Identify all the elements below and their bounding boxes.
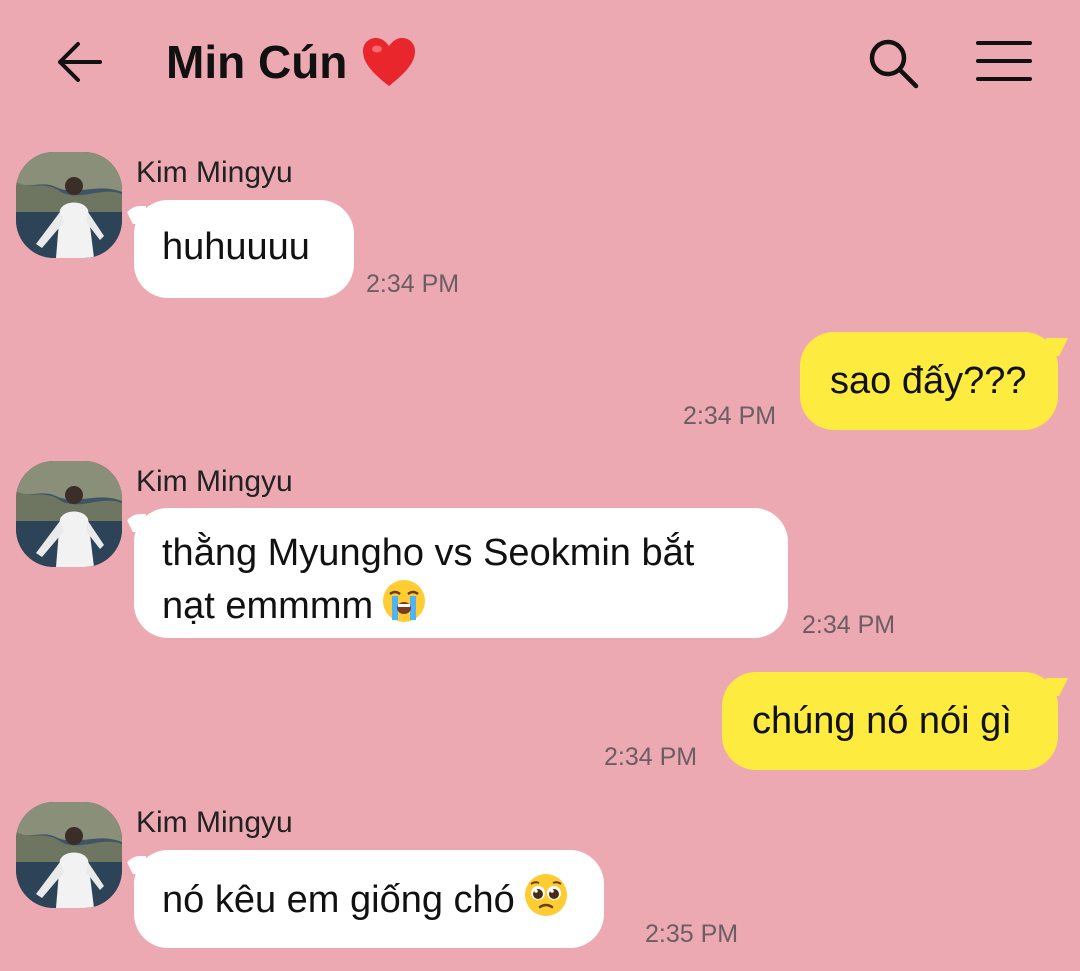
message-bubble-incoming[interactable]: huhuuuu [134, 200, 354, 298]
chat-header: Min Cún [0, 0, 1080, 125]
message-text: chúng nó nói gì [752, 700, 1012, 742]
message-text-line: thằng Myungho vs Seokmin bắt [162, 532, 695, 574]
sender-name: Kim Mingyu [136, 465, 293, 498]
message-text: nạt emmmm [162, 585, 374, 627]
sender-avatar[interactable] [16, 802, 122, 908]
pleading-face-icon [524, 874, 567, 916]
sender-name: Kim Mingyu [136, 806, 293, 839]
message-text: nó kêu em giống chó [162, 879, 515, 921]
back-button[interactable] [52, 35, 106, 89]
hamburger-menu-icon [976, 41, 1032, 81]
message-timestamp: 2:34 PM [366, 270, 460, 298]
message-timestamp: 2:34 PM [802, 611, 896, 639]
menu-button[interactable] [972, 36, 1036, 86]
sender-avatar[interactable] [16, 152, 122, 258]
chat-title-text: Min Cún [166, 36, 348, 88]
red-heart-icon [363, 38, 416, 86]
message-bubble-outgoing[interactable]: chúng nó nói gì [722, 672, 1058, 770]
avatar-photo [16, 802, 122, 908]
message-timestamp: 2:34 PM [683, 402, 777, 430]
chat-title: Min Cún [166, 32, 417, 92]
sender-name: Kim Mingyu [136, 156, 293, 189]
message-timestamp: 2:34 PM [604, 743, 698, 771]
message-text: huhuuuu [162, 226, 310, 268]
message-bubble-incoming[interactable]: nó kêu em giống chó [134, 850, 604, 948]
avatar-photo [16, 461, 122, 567]
message-text-line-2: nạt emmmm [162, 578, 760, 631]
search-icon [869, 39, 919, 89]
sender-avatar[interactable] [16, 461, 122, 567]
arrow-left-icon [58, 42, 102, 82]
loudly-crying-face-icon [383, 580, 426, 622]
message-timestamp: 2:35 PM [645, 920, 739, 948]
message-bubble-incoming[interactable]: thằng Myungho vs Seokmin bắt nạt emmmm [134, 508, 788, 638]
message-bubble-outgoing[interactable]: sao đấy??? [800, 332, 1058, 430]
avatar-photo [16, 152, 122, 258]
message-text: sao đấy??? [830, 360, 1027, 402]
search-button[interactable] [864, 34, 922, 92]
